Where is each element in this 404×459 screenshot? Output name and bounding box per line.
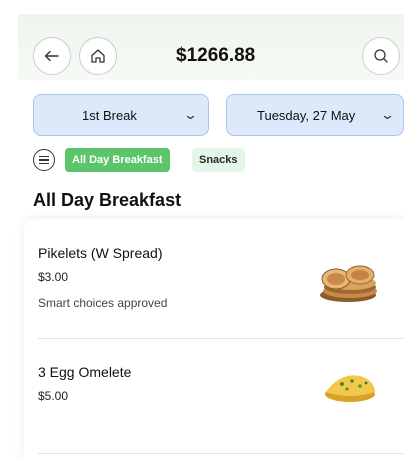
category-menu-button[interactable] <box>33 149 55 171</box>
category-chips: All Day Breakfast Snacks <box>33 148 404 174</box>
home-icon <box>91 49 105 63</box>
header-bar: $1266.88 <box>31 37 404 79</box>
chevron-down-icon: ⌄ <box>182 107 199 122</box>
ordering-screen: $1266.88 1st Break ⌄ Tuesday, 27 May ⌄ A… <box>0 0 404 459</box>
home-button[interactable] <box>79 37 117 75</box>
menu-icon-line <box>39 159 49 161</box>
search-icon <box>374 49 388 63</box>
menu-items-card: Pikelets (W Spread) $3.00 Smart choices … <box>24 219 404 459</box>
section-title: All Day Breakfast <box>33 190 182 210</box>
category-chip-snacks[interactable]: Snacks <box>192 148 245 172</box>
search-button[interactable] <box>362 37 400 75</box>
arrow-left-icon <box>44 50 59 62</box>
break-select[interactable]: 1st Break ⌄ <box>33 94 209 136</box>
category-chip-all-day-breakfast[interactable]: All Day Breakfast <box>65 148 170 172</box>
date-select-value: Tuesday, 27 May <box>257 107 356 123</box>
menu-item[interactable]: Pikelets (W Spread) $3.00 Smart choices … <box>38 245 404 339</box>
chevron-down-icon: ⌄ <box>379 107 396 122</box>
date-select[interactable]: Tuesday, 27 May ⌄ <box>226 94 404 136</box>
menu-icon-line <box>39 162 49 165</box>
back-button[interactable] <box>33 37 71 75</box>
break-select-value: 1st Break <box>82 107 137 123</box>
omelete-image <box>325 375 375 402</box>
account-balance: $1266.88 <box>176 45 256 66</box>
order-selectors: 1st Break ⌄ Tuesday, 27 May ⌄ <box>33 94 404 136</box>
menu-icon-line <box>39 155 49 158</box>
menu-item[interactable]: 3 Egg Omelete $5.00 <box>38 364 404 454</box>
pikelets-image <box>320 265 377 302</box>
